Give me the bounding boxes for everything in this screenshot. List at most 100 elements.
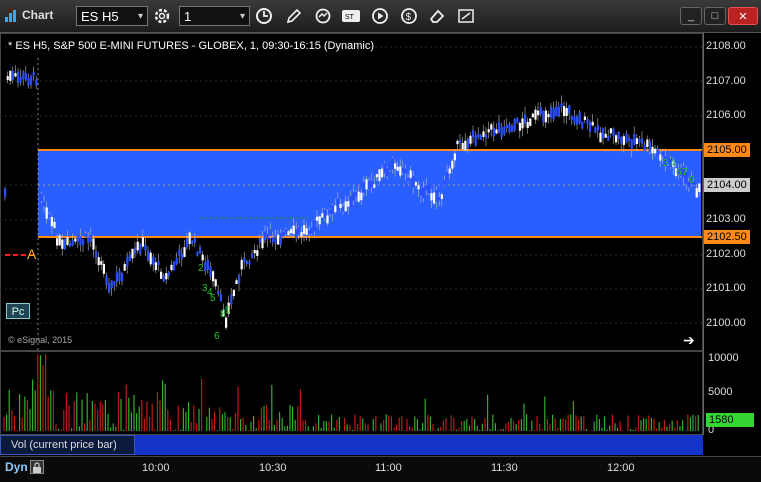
candle-body (22, 71, 25, 80)
interval-input[interactable]: 1 ▾ (179, 6, 250, 26)
candle-body (92, 238, 95, 250)
candle-body (97, 257, 100, 266)
candle-body (357, 191, 360, 202)
candle-body (152, 256, 155, 265)
candle-body (695, 188, 698, 198)
candle-body (136, 241, 139, 251)
candle-body (417, 185, 420, 190)
volume-bars (3, 353, 699, 431)
refresh-icon[interactable] (312, 5, 334, 27)
candle-body (586, 118, 589, 125)
volume-title-bar[interactable]: Vol (current price bar) (0, 435, 135, 455)
chevron-down-icon[interactable]: ▾ (240, 7, 245, 27)
candle-body (495, 129, 498, 134)
candle-body (284, 229, 287, 235)
candle-body (651, 146, 654, 154)
candle-body (50, 217, 53, 227)
candle-body (643, 144, 646, 152)
symbol-input[interactable]: ES H5 ▾ (76, 6, 148, 26)
toggle-icon[interactable] (455, 5, 477, 27)
candle-body (477, 133, 480, 138)
candle-body (355, 192, 358, 197)
candle-body (555, 106, 558, 117)
candle-body (565, 107, 568, 116)
eraser-icon[interactable] (426, 5, 448, 27)
candle-body (474, 135, 477, 146)
candle-body (547, 114, 550, 118)
close-button[interactable]: ✕ (728, 7, 758, 25)
setup-count-digit: 7 (682, 167, 688, 178)
settings-icon[interactable] (151, 5, 173, 27)
study-icon[interactable]: ST (340, 5, 362, 27)
candle-body (524, 114, 527, 124)
price-label: 2106.00 (706, 109, 746, 121)
lock-icon[interactable] (30, 460, 44, 474)
candle-body (266, 234, 269, 240)
candle-body (230, 294, 233, 305)
candle-body (134, 247, 137, 254)
candle-body (191, 240, 194, 244)
chevron-down-icon[interactable]: ▾ (138, 7, 143, 27)
candle-body (362, 182, 365, 193)
scroll-right-icon[interactable]: ➔ (683, 332, 695, 349)
candle-body (4, 188, 7, 197)
candle-body (427, 183, 430, 194)
candle-body (264, 231, 267, 241)
candle-body (630, 139, 633, 150)
candle-body (443, 179, 446, 185)
marker-a-label: A (27, 246, 37, 262)
candle-body (238, 275, 241, 284)
candle-body (292, 225, 295, 235)
candle-body (617, 131, 620, 140)
candle-body (196, 251, 199, 256)
candle-body (82, 239, 85, 245)
candle-body (165, 273, 168, 280)
dyn-label[interactable]: Dyn (5, 460, 28, 474)
setup-count-digit: 3 (663, 158, 669, 169)
tag-icon[interactable]: $ (398, 5, 420, 27)
candle-body (383, 163, 386, 174)
pc-button[interactable]: Pc (6, 303, 30, 319)
candle-body (599, 132, 602, 143)
candle-body (95, 250, 98, 258)
candle-body (485, 134, 488, 139)
candle-body (115, 272, 118, 283)
candle-body (407, 178, 410, 182)
svg-text:$: $ (406, 12, 412, 23)
candle-body (461, 142, 464, 150)
candle-body (365, 179, 368, 190)
candle-body (573, 116, 576, 124)
title-bar: Chart ES H5 ▾ 1 ▾ ST $ _ □ ✕ (0, 0, 761, 33)
candle-body (310, 227, 313, 234)
candle-body (63, 238, 66, 250)
candle-body (295, 229, 298, 239)
candle-body (89, 234, 92, 242)
minimize-button[interactable]: _ (680, 7, 702, 25)
play-icon[interactable] (369, 5, 391, 27)
volume-title-strip (135, 435, 703, 455)
pencil-icon[interactable] (283, 5, 305, 27)
candle-body (396, 166, 399, 171)
candle-body (378, 169, 381, 181)
candle-body (108, 283, 111, 293)
volume-current-tag: 1580 (706, 413, 754, 427)
candle-body (381, 168, 384, 178)
candle-body (641, 138, 644, 145)
candle-body (552, 107, 555, 120)
candle-body (58, 235, 61, 246)
candle-body (53, 221, 56, 229)
candle-body (61, 239, 64, 249)
candle-body (79, 236, 82, 246)
candle-body (409, 170, 412, 178)
candle-body (505, 124, 508, 128)
candle-body (303, 225, 306, 235)
candle-body (240, 259, 243, 270)
maximize-button[interactable]: □ (704, 7, 726, 25)
candle-body (269, 229, 272, 236)
candle-body (69, 243, 72, 247)
candle-body (466, 138, 469, 149)
candle-body (305, 228, 308, 235)
candle-body (516, 117, 519, 123)
clock-icon[interactable] (253, 5, 275, 27)
candle-body (422, 187, 425, 199)
